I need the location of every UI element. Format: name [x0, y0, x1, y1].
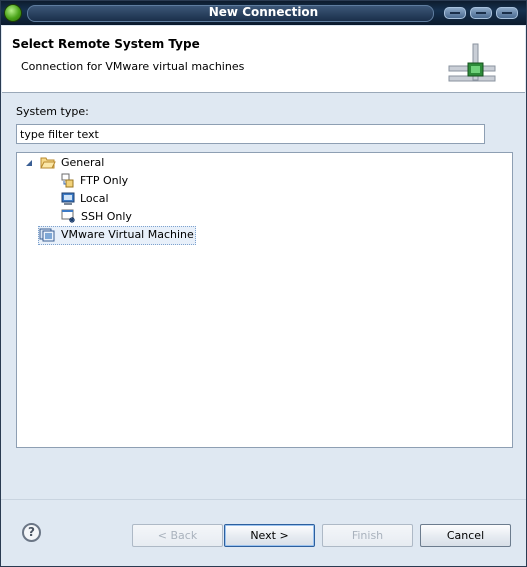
- tree-item-label: VMware Virtual Machine: [61, 228, 194, 241]
- button-bar-separator: [1, 499, 526, 500]
- expand-arrow-icon[interactable]: [25, 159, 33, 167]
- cancel-button[interactable]: Cancel: [420, 524, 511, 547]
- next-button[interactable]: Next >: [224, 524, 315, 547]
- new-connection-dialog: New Connection Select Remote System Type…: [0, 0, 527, 567]
- filter-input[interactable]: [16, 124, 485, 144]
- network-connection-icon: [448, 43, 496, 82]
- ssh-icon: [61, 209, 75, 223]
- tree-item-label: SSH Only: [81, 210, 132, 223]
- help-icon[interactable]: ?: [22, 523, 41, 542]
- page-title: Select Remote System Type: [12, 37, 200, 51]
- maximize-button[interactable]: [470, 7, 492, 19]
- vmware-icon: [39, 228, 55, 242]
- back-button[interactable]: < Back: [132, 524, 223, 547]
- wizard-header: Select Remote System Type Connection for…: [2, 26, 525, 93]
- open-folder-icon: [40, 157, 56, 169]
- finish-button[interactable]: Finish: [322, 524, 413, 547]
- tree-item-label: Local: [80, 192, 109, 205]
- title-bar[interactable]: New Connection: [1, 1, 526, 25]
- tree-item-label: FTP Only: [80, 174, 129, 187]
- local-computer-icon: [61, 192, 75, 205]
- minimize-button[interactable]: [444, 7, 466, 19]
- tree-item-general[interactable]: General: [25, 154, 145, 171]
- tree-item-vmware-virtual-machine[interactable]: VMware Virtual Machine: [39, 226, 199, 243]
- tree-item-ftp-only[interactable]: FTP Only: [61, 172, 181, 189]
- ftp-icon: [61, 173, 74, 188]
- page-description: Connection for VMware virtual machines: [21, 60, 245, 73]
- system-type-tree[interactable]: General FTP Only Local SSH Only VMware V…: [16, 152, 513, 448]
- tree-item-label: General: [61, 156, 105, 169]
- close-button[interactable]: [496, 7, 518, 19]
- system-type-label: System type:: [16, 105, 89, 118]
- tree-item-local[interactable]: Local: [61, 190, 181, 207]
- tree-item-ssh-only[interactable]: SSH Only: [61, 208, 181, 225]
